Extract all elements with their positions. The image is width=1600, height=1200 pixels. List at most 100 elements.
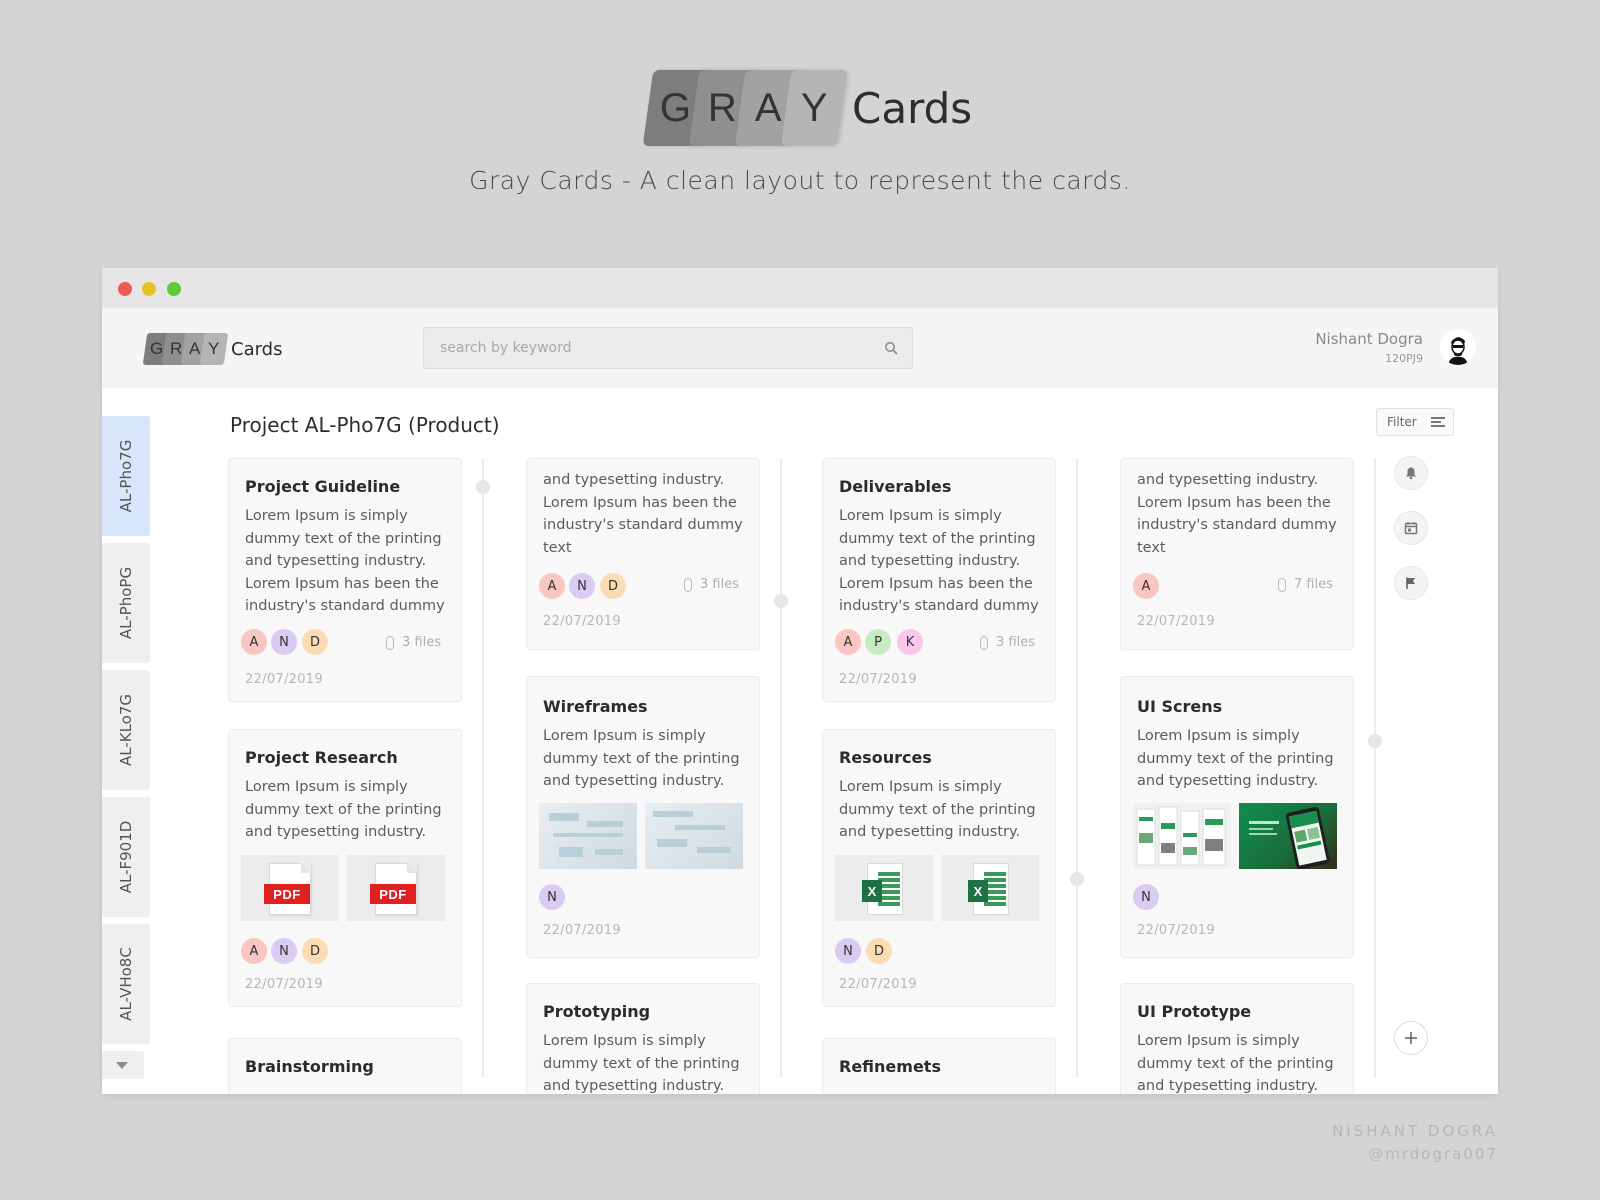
card-date: 22/07/2019 [839, 672, 917, 687]
avatar[interactable]: A [241, 629, 267, 655]
spreadsheet-attachment[interactable]: X [941, 855, 1039, 921]
search-icon[interactable] [884, 341, 898, 355]
card-deliverables[interactable]: Deliverables Lorem Ipsum is simply dummy… [822, 458, 1056, 702]
avatar[interactable]: D [600, 573, 626, 599]
tab-al-vho8c[interactable]: AL-VHo8C [102, 924, 150, 1044]
card-continued[interactable]: and typesetting industry. Lorem Ipsum ha… [526, 458, 760, 650]
avatar[interactable]: N [835, 938, 861, 964]
card-body: Lorem Ipsum is simply dummy text of the … [543, 728, 740, 789]
avatar[interactable]: A [539, 573, 565, 599]
card-prototyping[interactable]: Prototyping Lorem Ipsum is simply dummy … [526, 983, 760, 1094]
avatar[interactable]: N [539, 884, 565, 910]
card-body: Lorem Ipsum is simply dummy text of the … [839, 779, 1036, 840]
avatar[interactable]: D [302, 629, 328, 655]
card-date: 22/07/2019 [1137, 923, 1215, 938]
card-wireframes[interactable]: Wireframes Lorem Ipsum is simply dummy t… [526, 676, 760, 958]
logo-tile: Y [780, 70, 848, 146]
avatar[interactable]: A [241, 938, 267, 964]
logo-tile: Y [199, 333, 229, 365]
add-card-button[interactable] [1394, 1021, 1428, 1055]
divider-knob [1368, 734, 1382, 748]
attachment-count[interactable]: 3 files [684, 577, 739, 592]
divider-knob [1070, 872, 1084, 886]
filter-button[interactable]: Filter [1376, 408, 1454, 436]
card-date: 22/07/2019 [543, 614, 621, 629]
attachment-count[interactable]: 3 files [980, 635, 1035, 650]
mobile-app-image[interactable] [1239, 803, 1337, 869]
avatar[interactable]: A [1133, 573, 1159, 599]
paperclip-icon [684, 577, 693, 592]
card-title: UI Prototype [1137, 1002, 1252, 1021]
avatar[interactable]: N [569, 573, 595, 599]
avatar[interactable]: N [271, 938, 297, 964]
divider-knob [476, 480, 490, 494]
card-refinemets[interactable]: Refinemets [822, 1038, 1056, 1094]
avatar[interactable]: N [271, 629, 297, 655]
card-body: Lorem Ipsum is simply dummy text of the … [839, 508, 1039, 614]
excel-icon: X [862, 863, 903, 915]
card-project-research[interactable]: Project Research Lorem Ipsum is simply d… [228, 729, 462, 1007]
avatar[interactable]: D [302, 938, 328, 964]
tab-al-pho7g[interactable]: AL-Pho7G [102, 416, 150, 536]
tab-al-klo7g[interactable]: AL-KLo7G [102, 670, 150, 790]
avatar[interactable]: D [866, 938, 892, 964]
ui-screens-image[interactable] [1133, 803, 1231, 869]
app-logo[interactable]: G R A Y Cards [142, 333, 283, 365]
maximize-window-button[interactable] [167, 282, 181, 296]
card-body: Lorem Ipsum is simply dummy text of the … [1137, 728, 1334, 789]
avatar[interactable]: K [897, 629, 923, 655]
app-window: G R A Y Cards Nishant Dogra 120PJ9 AL-Ph… [102, 268, 1498, 1094]
paperclip-icon [1278, 577, 1287, 592]
pdf-icon: PDF [264, 863, 311, 915]
flag-button[interactable] [1394, 566, 1428, 600]
card-project-guideline[interactable]: Project Guideline Lorem Ipsum is simply … [228, 458, 462, 702]
card-body: and typesetting industry. Lorem Ipsum ha… [1137, 472, 1337, 556]
plus-icon [1405, 1032, 1417, 1044]
avatar[interactable] [1440, 329, 1476, 365]
screens-collage-icon [1136, 806, 1226, 866]
card-body: Lorem Ipsum is simply dummy text of the … [1137, 1033, 1334, 1094]
bell-icon [1406, 467, 1416, 480]
more-tabs-chevron-down-icon[interactable] [102, 1051, 144, 1079]
app-header: G R A Y Cards Nishant Dogra 120PJ9 [102, 308, 1498, 388]
hero-logo: G R A Y Cards [642, 70, 973, 146]
card-title: Brainstorming [245, 1057, 374, 1076]
search-box [423, 327, 913, 369]
card-title: Project Research [245, 748, 398, 767]
filter-label: Filter [1387, 415, 1417, 429]
flag-icon [1406, 577, 1415, 589]
minimize-window-button[interactable] [142, 282, 156, 296]
page-title: Project AL-Pho7G (Product) [230, 413, 500, 437]
wireframe-image[interactable] [645, 803, 743, 869]
pdf-attachment[interactable]: PDF [347, 855, 445, 921]
avatar[interactable]: N [1133, 884, 1159, 910]
avatar[interactable]: A [835, 629, 861, 655]
card-brainstorming[interactable]: Brainstorming [228, 1038, 462, 1094]
attachment-count[interactable]: 7 files [1278, 577, 1333, 592]
project-tabs: AL-Pho7G AL-PhoPG AL-KLo7G AL-F901D AL-V… [102, 416, 150, 1079]
close-window-button[interactable] [118, 282, 132, 296]
phone-mockup-icon [1249, 807, 1330, 869]
calendar-button[interactable] [1394, 511, 1428, 545]
tab-al-f901d[interactable]: AL-F901D [102, 797, 150, 917]
card-title: Refinemets [839, 1057, 941, 1076]
card-title: UI Screns [1137, 697, 1223, 716]
search-input[interactable] [424, 328, 864, 368]
notifications-button[interactable] [1394, 456, 1428, 490]
card-continued[interactable]: and typesetting industry. Lorem Ipsum ha… [1120, 458, 1354, 650]
logo-word: Cards [852, 83, 973, 133]
card-body: Lorem Ipsum is simply dummy text of the … [245, 508, 445, 614]
wireframe-image[interactable] [539, 803, 637, 869]
card-date: 22/07/2019 [543, 923, 621, 938]
tab-al-phopg[interactable]: AL-PhoPG [102, 543, 150, 663]
card-resources[interactable]: Resources Lorem Ipsum is simply dummy te… [822, 729, 1056, 1007]
pdf-attachment[interactable]: PDF [241, 855, 339, 921]
avatar[interactable]: P [865, 629, 891, 655]
user-name: Nishant Dogra [1315, 330, 1423, 348]
card-ui-screns[interactable]: UI Screns Lorem Ipsum is simply dummy te… [1120, 676, 1354, 958]
card-ui-prototype[interactable]: UI Prototype Lorem Ipsum is simply dummy… [1120, 983, 1354, 1094]
card-title: Resources [839, 748, 932, 767]
spreadsheet-attachment[interactable]: X [835, 855, 933, 921]
user-id: 120PJ9 [1385, 352, 1423, 365]
attachment-count[interactable]: 3 files [386, 635, 441, 650]
